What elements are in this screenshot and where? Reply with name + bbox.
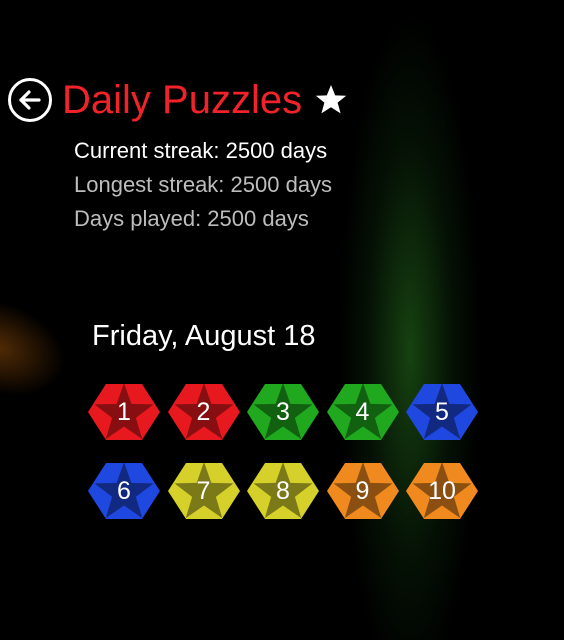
puzzle-button-3[interactable]: 3 [246, 379, 320, 445]
puzzle-number: 5 [435, 397, 449, 426]
puzzle-button-7[interactable]: 7 [167, 458, 241, 524]
puzzle-number: 9 [355, 476, 370, 505]
puzzle-button-5[interactable]: 5 [405, 379, 479, 445]
puzzle-number: 7 [196, 476, 211, 505]
puzzle-number: 4 [355, 397, 370, 426]
puzzle-button-6[interactable]: 6 [87, 458, 161, 524]
puzzle-button-4[interactable]: 4 [326, 379, 400, 445]
puzzle-number: 3 [276, 397, 290, 426]
puzzle-button-10[interactable]: 10 [405, 458, 479, 524]
puzzle-button-9[interactable]: 9 [326, 458, 400, 524]
puzzle-number: 6 [117, 476, 131, 505]
puzzle-number: 10 [428, 476, 456, 505]
puzzle-number: 2 [196, 397, 211, 426]
puzzle-grid: 1 2 3 4 5 6 7 8 9 10 [0, 0, 564, 640]
puzzle-button-2[interactable]: 2 [167, 379, 241, 445]
puzzle-number: 8 [276, 476, 290, 505]
puzzle-button-8[interactable]: 8 [246, 458, 320, 524]
puzzle-number: 1 [117, 397, 131, 426]
puzzle-button-1[interactable]: 1 [87, 379, 161, 445]
